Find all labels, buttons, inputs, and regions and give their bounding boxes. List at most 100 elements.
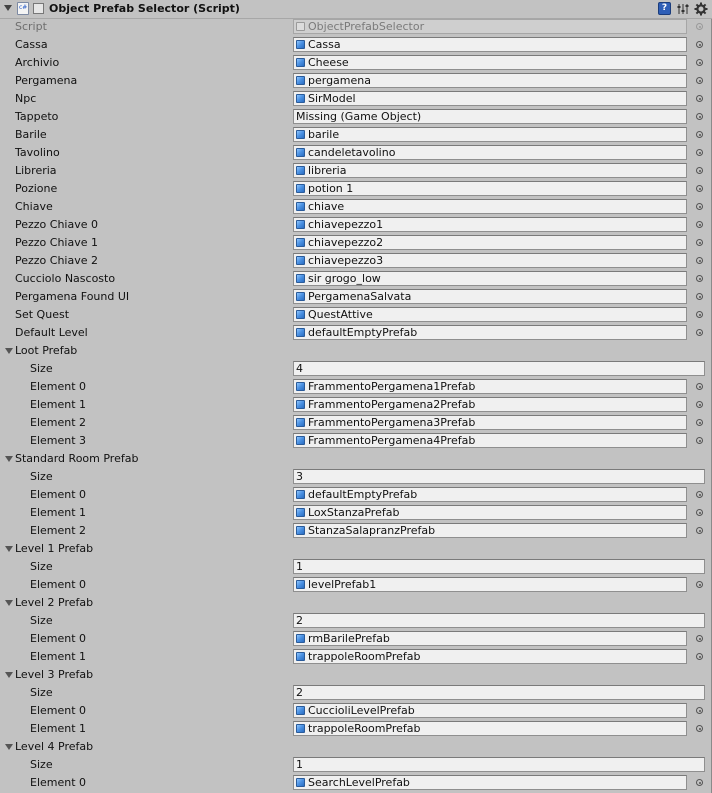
object-picker-icon[interactable] — [696, 491, 703, 498]
pergamena-found-ui-object-field[interactable]: PergamenaSalvata — [293, 289, 687, 304]
property-label: Pezzo Chiave 1 — [15, 236, 99, 249]
pergamena-object-field[interactable]: pergamena — [293, 73, 687, 88]
element-object-field[interactable]: trappoleRoomPrefab — [293, 649, 687, 664]
element-object-field[interactable]: FrammentoPergamena2Prefab — [293, 397, 687, 412]
tappeto-object-field[interactable]: Missing (Game Object) — [293, 109, 687, 124]
default-level-object-field[interactable]: defaultEmptyPrefab — [293, 325, 687, 340]
element-object-field[interactable]: levelPrefab1 — [293, 577, 687, 592]
element-label: Element 0 — [30, 488, 87, 501]
object-field-value: SirModel — [308, 92, 356, 105]
object-field-value: FrammentoPergamena3Prefab — [308, 416, 476, 429]
cucciolo-nascosto-object-field[interactable]: sir grogo_low — [293, 271, 687, 286]
pezzo-chiave-0-object-field[interactable]: chiavepezzo1 — [293, 217, 687, 232]
chiave-object-field[interactable]: chiave — [293, 199, 687, 214]
object-picker-icon[interactable] — [696, 635, 703, 642]
pezzo-chiave-1-object-field[interactable]: chiavepezzo2 — [293, 235, 687, 250]
object-picker-icon[interactable] — [696, 581, 703, 588]
element-object-field[interactable]: CuccioliLevelPrefab — [293, 703, 687, 718]
object-field-value: defaultEmptyPrefab — [308, 488, 418, 501]
object-picker-icon[interactable] — [696, 527, 703, 534]
object-picker-icon[interactable] — [696, 311, 703, 318]
object-picker-icon[interactable] — [696, 167, 703, 174]
element-object-field[interactable]: LoxStanzaPrefab — [293, 505, 687, 520]
object-picker-icon[interactable] — [696, 131, 703, 138]
object-picker-icon[interactable] — [696, 113, 703, 120]
help-book-icon[interactable]: ? — [658, 2, 671, 15]
element-object-field[interactable]: defaultEmptyPrefab — [293, 487, 687, 502]
loot-prefab-size-input[interactable]: 4 — [293, 361, 705, 376]
component-enabled-checkbox[interactable] — [33, 3, 44, 14]
element-object-field[interactable]: trappoleRoomPrefab — [293, 721, 687, 736]
level-3-prefab-size-input[interactable]: 2 — [293, 685, 705, 700]
set-quest-object-field[interactable]: QuestAttive — [293, 307, 687, 322]
object-picker-icon[interactable] — [696, 707, 703, 714]
foldout-arrow-icon[interactable] — [5, 744, 13, 750]
array-foldout-level-3-prefab[interactable]: Level 3 Prefab — [0, 666, 712, 684]
object-picker-icon[interactable] — [696, 95, 703, 102]
array-foldout-standard-room-prefab[interactable]: Standard Room Prefab — [0, 450, 712, 468]
foldout-arrow-icon[interactable] — [5, 456, 13, 462]
pozione-object-field[interactable]: potion 1 — [293, 181, 687, 196]
prefab-cube-icon — [296, 400, 305, 409]
object-picker-icon[interactable] — [696, 725, 703, 732]
object-picker-icon[interactable] — [696, 509, 703, 516]
object-picker-icon[interactable] — [696, 401, 703, 408]
object-picker-icon[interactable] — [696, 41, 703, 48]
array-foldout-level-4-prefab[interactable]: Level 4 Prefab — [0, 738, 712, 756]
npc-object-field[interactable]: SirModel — [293, 91, 687, 106]
object-field-value: Missing (Game Object) — [296, 110, 422, 123]
array-foldout-level-2-prefab[interactable]: Level 2 Prefab — [0, 594, 712, 612]
object-picker-icon[interactable] — [696, 437, 703, 444]
object-picker-icon[interactable] — [696, 59, 703, 66]
foldout-arrow-icon[interactable] — [5, 600, 13, 606]
libreria-object-field[interactable]: libreria — [293, 163, 687, 178]
element-object-field[interactable]: rmBarilePrefab — [293, 631, 687, 646]
element-label: Element 0 — [30, 632, 87, 645]
preset-sliders-icon[interactable] — [676, 2, 690, 16]
standard-room-prefab-size-input[interactable]: 3 — [293, 469, 705, 484]
tavolino-object-field[interactable]: candeletavolino — [293, 145, 687, 160]
fold-triangle-icon[interactable] — [4, 5, 12, 11]
object-picker-icon[interactable] — [696, 257, 703, 264]
element-object-field[interactable]: FrammentoPergamena3Prefab — [293, 415, 687, 430]
element-object-field[interactable]: SearchLevelPrefab — [293, 775, 687, 790]
array-foldout-loot-prefab[interactable]: Loot Prefab — [0, 342, 712, 360]
object-picker-icon[interactable] — [696, 293, 703, 300]
barile-object-field[interactable]: barile — [293, 127, 687, 142]
level-4-prefab-size-input[interactable]: 1 — [293, 757, 705, 772]
cassa-object-field[interactable]: Cassa — [293, 37, 687, 52]
object-field-value: QuestAttive — [308, 308, 373, 321]
array-size-row: Size 2 — [0, 684, 712, 702]
object-field-value: potion 1 — [308, 182, 354, 195]
level-1-prefab-size-input[interactable]: 1 — [293, 559, 705, 574]
element-object-field[interactable]: FrammentoPergamena1Prefab — [293, 379, 687, 394]
object-picker-icon[interactable] — [696, 149, 703, 156]
archivio-object-field[interactable]: Cheese — [293, 55, 687, 70]
object-picker-icon[interactable] — [696, 275, 703, 282]
object-picker-icon[interactable] — [696, 383, 703, 390]
pezzo-chiave-2-object-field[interactable]: chiavepezzo3 — [293, 253, 687, 268]
array-foldout-level-1-prefab[interactable]: Level 1 Prefab — [0, 540, 712, 558]
prefab-cube-icon — [296, 382, 305, 391]
object-picker-icon[interactable] — [696, 779, 703, 786]
object-picker-icon[interactable] — [696, 77, 703, 84]
foldout-arrow-icon[interactable] — [5, 546, 13, 552]
level-2-prefab-size-input[interactable]: 2 — [293, 613, 705, 628]
foldout-arrow-icon[interactable] — [5, 348, 13, 354]
object-picker-icon[interactable] — [696, 329, 703, 336]
object-picker-icon[interactable] — [696, 239, 703, 246]
property-label: Archivio — [15, 56, 60, 69]
component-header[interactable]: Object Prefab Selector (Script) ? — [0, 0, 712, 19]
object-picker-icon[interactable] — [696, 203, 703, 210]
object-picker-icon[interactable] — [696, 185, 703, 192]
object-picker-icon[interactable] — [696, 419, 703, 426]
object-picker-icon[interactable] — [696, 221, 703, 228]
element-object-field[interactable]: StanzaSalapranzPrefab — [293, 523, 687, 538]
element-object-field[interactable]: FrammentoPergamena4Prefab — [293, 433, 687, 448]
prefab-cube-icon — [296, 652, 305, 661]
prefab-cube-icon — [296, 220, 305, 229]
foldout-arrow-icon[interactable] — [5, 672, 13, 678]
object-field-value: chiavepezzo3 — [308, 254, 384, 267]
gear-icon[interactable] — [694, 2, 708, 16]
object-picker-icon[interactable] — [696, 653, 703, 660]
